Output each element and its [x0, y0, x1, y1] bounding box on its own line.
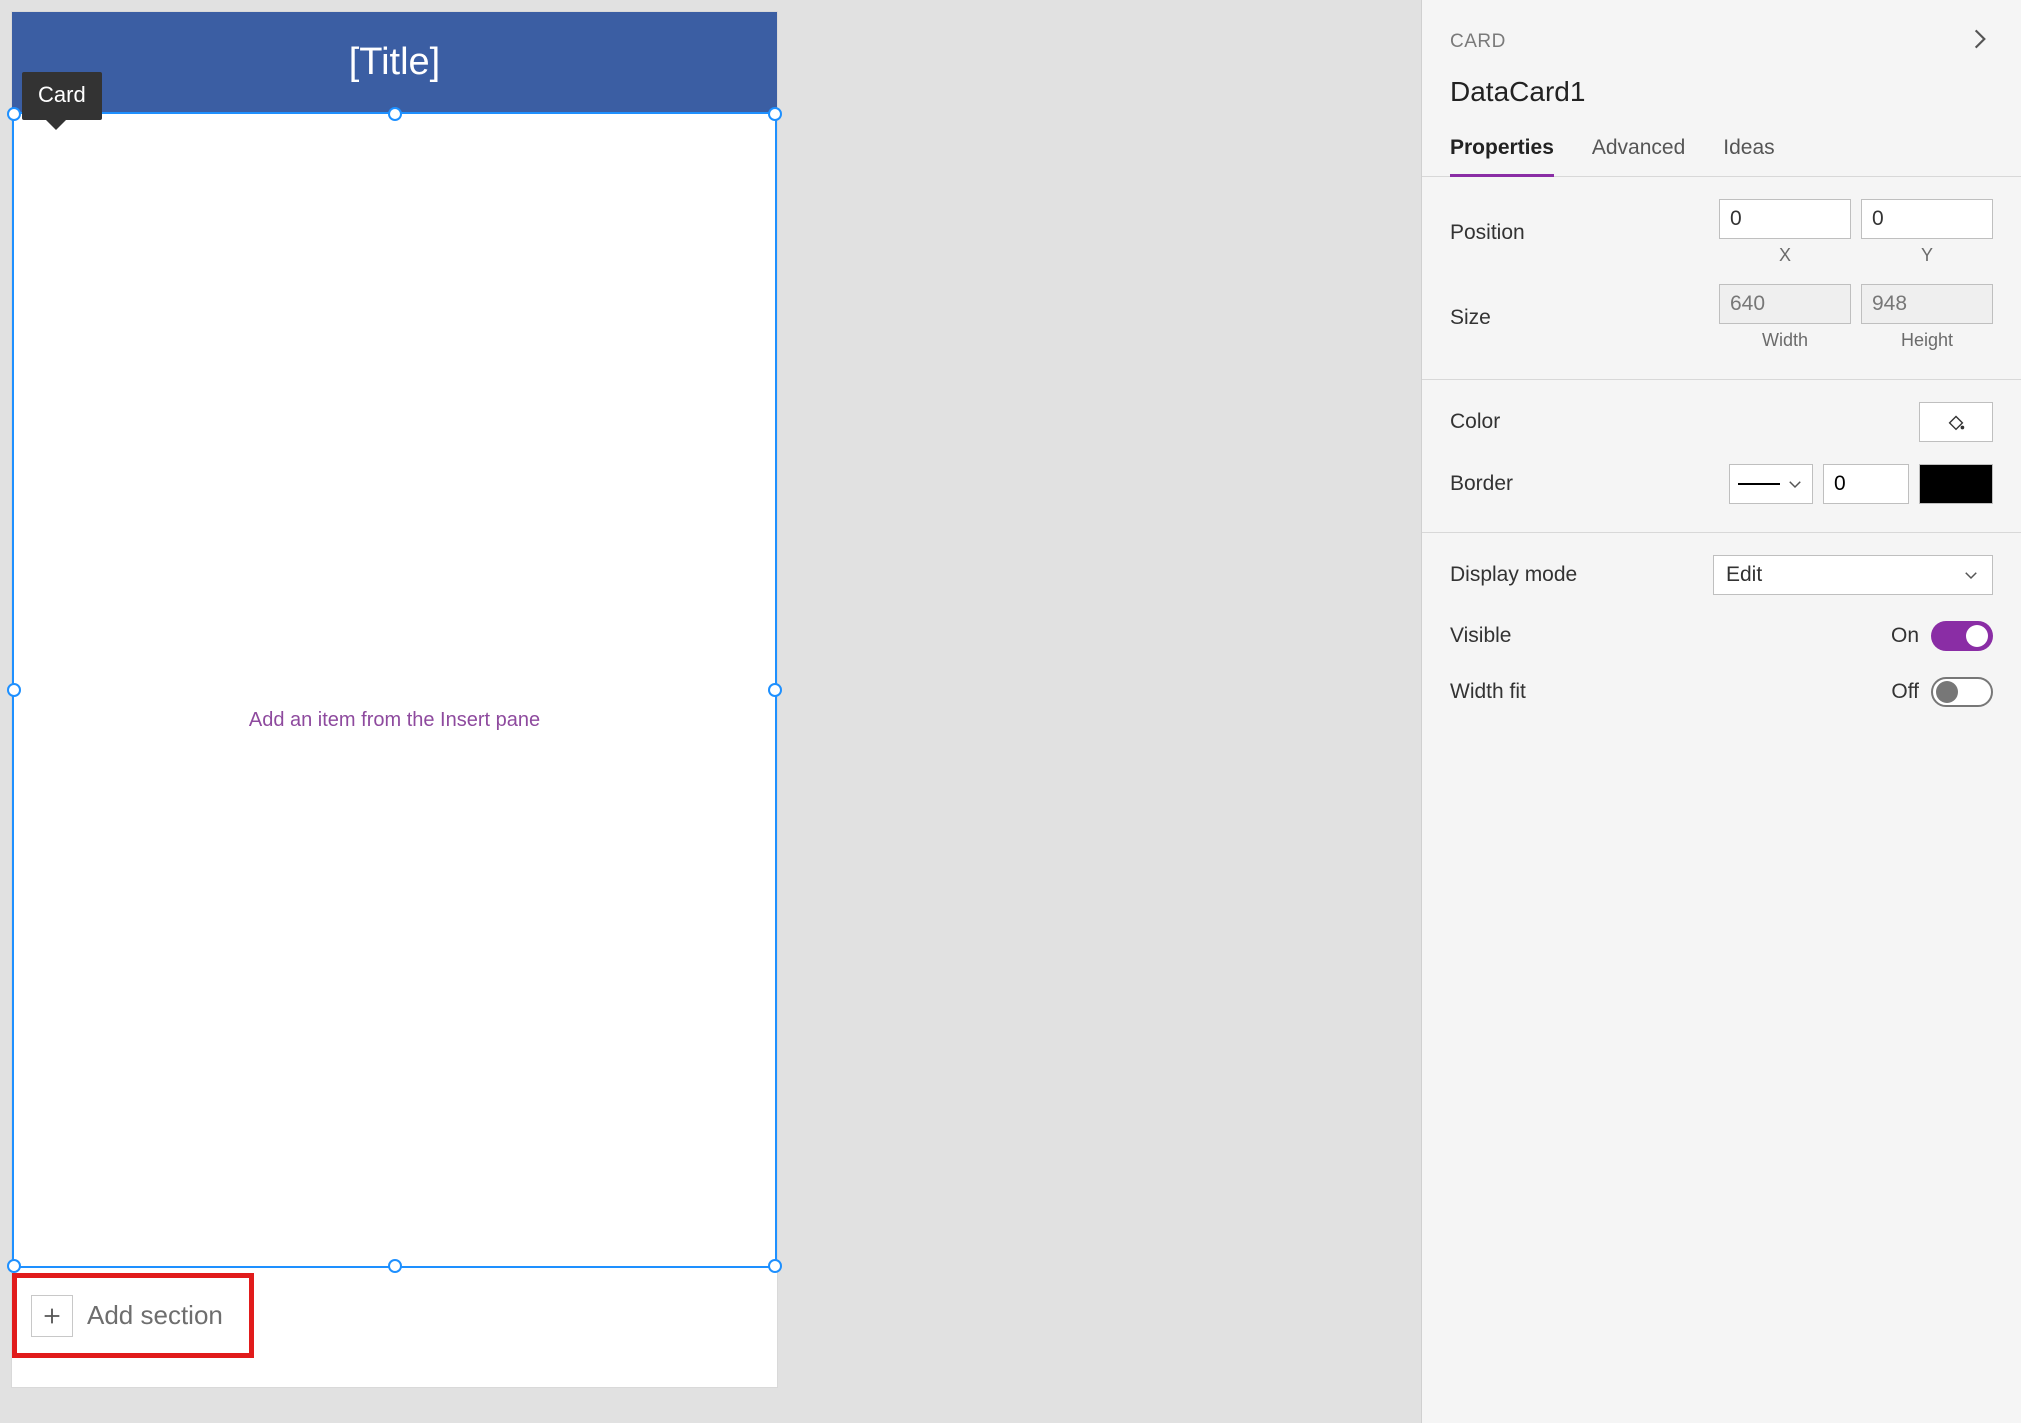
resize-handle-bottom-middle[interactable] [388, 1259, 402, 1273]
border-color-picker[interactable] [1919, 464, 1993, 504]
display-mode-label: Display mode [1450, 563, 1577, 587]
resize-handle-middle-right[interactable] [768, 683, 782, 697]
tab-ideas[interactable]: Ideas [1723, 136, 1774, 176]
resize-handle-top-right[interactable] [768, 107, 782, 121]
add-section-button[interactable]: Add section [12, 1273, 254, 1358]
chevron-down-icon [1786, 475, 1804, 493]
fill-bucket-icon [1945, 411, 1967, 433]
border-style-select[interactable] [1729, 464, 1813, 504]
resize-handle-top-left[interactable] [7, 107, 21, 121]
position-x-sublabel: X [1779, 245, 1791, 266]
panel-tabs: Properties Advanced Ideas [1422, 136, 2021, 177]
resize-handle-bottom-left[interactable] [7, 1259, 21, 1273]
plus-icon [31, 1295, 73, 1337]
display-mode-value: Edit [1726, 563, 1762, 587]
resize-handle-bottom-right[interactable] [768, 1259, 782, 1273]
add-section-label: Add section [87, 1300, 223, 1331]
resize-handle-top-middle[interactable] [388, 107, 402, 121]
size-height-sublabel: Height [1901, 330, 1953, 351]
card-title: [Title] [349, 41, 441, 84]
card-body-selection[interactable]: Add an item from the Insert pane [12, 112, 777, 1268]
position-label: Position [1450, 221, 1525, 245]
appearance-section: Color Border [1422, 380, 2021, 533]
visible-toggle[interactable] [1931, 621, 1993, 651]
chevron-down-icon [1962, 566, 1980, 584]
size-width-input[interactable] [1719, 284, 1851, 324]
card-surface[interactable]: [Title] Add an item from the Insert pane [12, 12, 777, 1387]
size-label: Size [1450, 306, 1491, 330]
insert-placeholder: Add an item from the Insert pane [14, 709, 775, 732]
position-size-section: Position X Y Size Width [1422, 177, 2021, 380]
color-label: Color [1450, 410, 1500, 434]
position-y-sublabel: Y [1921, 245, 1933, 266]
panel-type-row: CARD [1450, 26, 1993, 58]
tab-advanced[interactable]: Advanced [1592, 136, 1685, 176]
width-fit-state-text: Off [1891, 680, 1919, 704]
width-fit-toggle[interactable] [1931, 677, 1993, 707]
display-mode-select[interactable]: Edit [1713, 555, 1993, 595]
tab-properties[interactable]: Properties [1450, 136, 1554, 177]
expand-panel-button[interactable] [1967, 26, 1993, 58]
size-width-sublabel: Width [1762, 330, 1808, 351]
resize-handle-middle-left[interactable] [7, 683, 21, 697]
tooltip-label: Card [38, 82, 86, 107]
border-weight-input[interactable] [1823, 464, 1909, 504]
position-y-input[interactable] [1861, 199, 1993, 239]
properties-panel: CARD DataCard1 Properties Advanced Ideas… [1421, 0, 2021, 1423]
line-icon [1738, 483, 1780, 485]
width-fit-label: Width fit [1450, 680, 1526, 704]
selection-tooltip: Card [22, 72, 102, 120]
visible-state-text: On [1891, 624, 1919, 648]
panel-type-label: CARD [1450, 31, 1506, 53]
canvas-area: [Title] Add an item from the Insert pane… [0, 0, 1421, 1423]
border-label: Border [1450, 472, 1513, 496]
card-header: [Title] [12, 12, 777, 112]
position-x-input[interactable] [1719, 199, 1851, 239]
visible-label: Visible [1450, 624, 1511, 648]
chevron-right-icon [1967, 26, 1993, 52]
panel-name: DataCard1 [1450, 76, 1993, 108]
color-picker[interactable] [1919, 402, 1993, 442]
behavior-section: Display mode Edit Visible On Width fit O… [1422, 533, 2021, 1423]
size-height-input[interactable] [1861, 284, 1993, 324]
